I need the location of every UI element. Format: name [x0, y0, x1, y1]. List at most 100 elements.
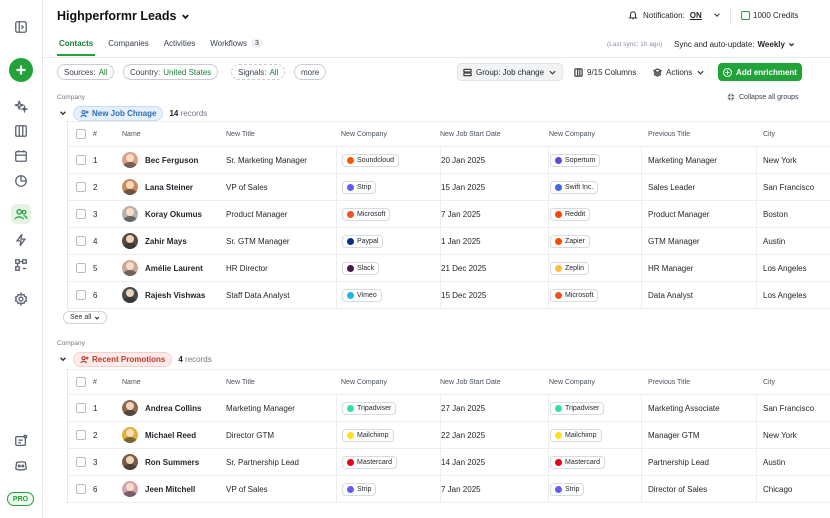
col-header-new-title[interactable]: New Title	[226, 370, 255, 394]
see-all-button[interactable]: See all	[63, 311, 108, 324]
company-pill[interactable]: Tripadviser	[550, 401, 605, 415]
row-checkbox[interactable]	[76, 422, 86, 448]
chevron-down-icon[interactable]	[59, 109, 67, 119]
col-header-city[interactable]: City	[757, 122, 775, 146]
new-company-cell[interactable]: Strip	[336, 174, 377, 200]
discord-icon[interactable]	[11, 456, 31, 476]
contact-name-cell[interactable]: Michael Reed	[122, 422, 196, 448]
company-pill[interactable]: Sopertum	[550, 153, 601, 167]
row-checkbox[interactable]	[76, 228, 86, 254]
tab-workflows[interactable]: Workflows 3	[210, 39, 263, 56]
signals-filter-chip[interactable]: Signals: All	[231, 64, 286, 80]
row-checkbox[interactable]	[76, 255, 86, 281]
new-company-cell[interactable]: Soundcloud	[336, 147, 399, 173]
row-checkbox[interactable]	[76, 282, 86, 308]
company-pill[interactable]: Strip	[342, 180, 377, 194]
col-header-previous-title[interactable]: Previous Title	[642, 122, 690, 146]
row-checkbox[interactable]	[76, 449, 86, 475]
col-header-start-date[interactable]: New Job Start Date	[440, 122, 501, 146]
create-new-button[interactable]	[9, 58, 33, 82]
sync-frequency-dropdown[interactable]: Sync and auto-update: Weekly	[674, 40, 795, 49]
notification-toggle[interactable]: Notification: ON	[628, 10, 721, 20]
contact-name-cell[interactable]: Bec Ferguson	[122, 147, 198, 173]
calendar-icon[interactable]	[11, 146, 31, 166]
table-row[interactable]: 1 Andrea Collins Marketing Manager Tripadvi…	[68, 395, 830, 422]
company-pill[interactable]: Strip	[550, 482, 585, 496]
new-company-2-cell[interactable]: Microsoft	[548, 282, 599, 308]
credits-indicator[interactable]: 1000 Credits	[741, 11, 798, 20]
company-pill[interactable]: Microsoft	[342, 207, 391, 221]
table-row[interactable]: 2 Lana Steiner VP of Sales Strip 15 Jan 2025…	[68, 174, 830, 201]
add-enrichment-button[interactable]: + Add enrichment	[718, 63, 802, 81]
new-company-cell[interactable]: Strip	[336, 476, 377, 502]
feedback-icon[interactable]	[11, 431, 31, 451]
select-all-checkbox[interactable]	[76, 370, 86, 394]
company-pill[interactable]: Paypal	[342, 234, 384, 248]
new-company-cell[interactable]: Mailchimp	[336, 422, 394, 448]
row-checkbox[interactable]	[76, 147, 86, 173]
table-row[interactable]: 3 Ron Summers Sr. Partnership Lead Masterca…	[68, 449, 830, 476]
country-filter-chip[interactable]: Country: United States	[123, 64, 219, 80]
company-pill[interactable]: Soundcloud	[342, 153, 399, 167]
lightning-icon[interactable]	[11, 230, 31, 250]
more-filters-chip[interactable]: more	[294, 64, 327, 80]
new-company-cell[interactable]: Mastercard	[336, 449, 398, 475]
row-checkbox[interactable]	[76, 174, 86, 200]
tab-contacts[interactable]: Contacts	[56, 39, 96, 56]
group-header-new-job-change[interactable]: New Job Chnage 14 records	[59, 106, 207, 121]
table-row[interactable]: 6 Jeen Mitchell VP of Sales Strip 7 Jan 2025…	[68, 476, 830, 503]
company-pill[interactable]: Vimeo	[342, 288, 382, 302]
contact-name-cell[interactable]: Zahir Mays	[122, 228, 187, 254]
company-pill[interactable]: Zapier	[550, 234, 590, 248]
col-header-new-company-2[interactable]: New Company	[548, 122, 595, 146]
workspace-title[interactable]: Highperformr Leads	[57, 9, 190, 23]
columns-button[interactable]: 9/15 Columns	[569, 63, 641, 81]
contact-name-cell[interactable]: Jeen Mitchell	[122, 476, 195, 502]
new-company-cell[interactable]: Tripadviser	[336, 395, 397, 421]
table-row[interactable]: 4 Zahir Mays Sr. GTM Manager Paypal 1 Jan 20…	[68, 228, 830, 255]
col-header-new-company[interactable]: New Company	[336, 122, 387, 146]
new-company-2-cell[interactable]: Zeplin	[548, 255, 590, 281]
row-checkbox[interactable]	[76, 395, 86, 421]
settings-gear-icon[interactable]	[11, 289, 31, 309]
new-company-cell[interactable]: Vimeo	[336, 282, 382, 308]
col-header-city[interactable]: City	[757, 370, 775, 394]
company-pill[interactable]: Slack	[342, 261, 380, 275]
new-company-2-cell[interactable]: Mailchimp	[548, 422, 602, 448]
company-pill[interactable]: Reddit	[550, 207, 591, 221]
actions-dropdown[interactable]: Actions	[648, 63, 710, 81]
contact-name-cell[interactable]: Amélie Laurent	[122, 255, 203, 281]
columns-icon[interactable]	[11, 121, 31, 141]
col-header-name[interactable]: Name	[122, 370, 141, 394]
table-row[interactable]: 1 Bec Ferguson Sr. Marketing Manager Soundc…	[68, 147, 830, 174]
table-row[interactable]: 3 Koray Okumus Product Manager Microsoft 7 J…	[68, 201, 830, 228]
company-pill[interactable]: Mastercard	[550, 455, 606, 469]
new-company-cell[interactable]: Microsoft	[336, 201, 391, 227]
contact-name-cell[interactable]: Koray Okumus	[122, 201, 202, 227]
new-company-2-cell[interactable]: Sopertum	[548, 147, 601, 173]
col-header-new-title[interactable]: New Title	[226, 122, 255, 146]
new-company-2-cell[interactable]: Tripadviser	[548, 395, 605, 421]
new-company-2-cell[interactable]: Strip	[548, 476, 585, 502]
table-row[interactable]: 2 Michael Reed Director GTM Mailchimp 22 Jan…	[68, 422, 830, 449]
col-header-previous-title[interactable]: Previous Title	[642, 370, 690, 394]
new-company-2-cell[interactable]: Swift Inc.	[548, 174, 599, 200]
company-pill[interactable]: Microsoft	[550, 288, 599, 302]
select-all-checkbox[interactable]	[76, 122, 86, 146]
new-company-2-cell[interactable]: Mastercard	[548, 449, 606, 475]
workflow-icon[interactable]	[11, 255, 31, 275]
company-pill[interactable]: Tripadviser	[342, 401, 397, 415]
contact-name-cell[interactable]: Lana Steiner	[122, 174, 193, 200]
tab-activities[interactable]: Activities	[164, 39, 196, 56]
sidebar-toggle-icon[interactable]	[11, 17, 31, 37]
new-company-2-cell[interactable]: Reddit	[548, 201, 591, 227]
tab-companies[interactable]: Companies	[108, 39, 148, 56]
company-pill[interactable]: Mailchimp	[342, 428, 394, 442]
company-pill[interactable]: Strip	[342, 482, 377, 496]
contacts-icon[interactable]	[11, 204, 31, 224]
new-company-2-cell[interactable]: Zapier	[548, 228, 590, 254]
col-header-start-date[interactable]: New Job Start Date	[440, 370, 501, 394]
company-pill[interactable]: Zeplin	[550, 261, 590, 275]
contact-name-cell[interactable]: Rajesh Vishwas	[122, 282, 205, 308]
group-header-recent-promotions[interactable]: Recent Promotions 4 records	[59, 352, 212, 367]
